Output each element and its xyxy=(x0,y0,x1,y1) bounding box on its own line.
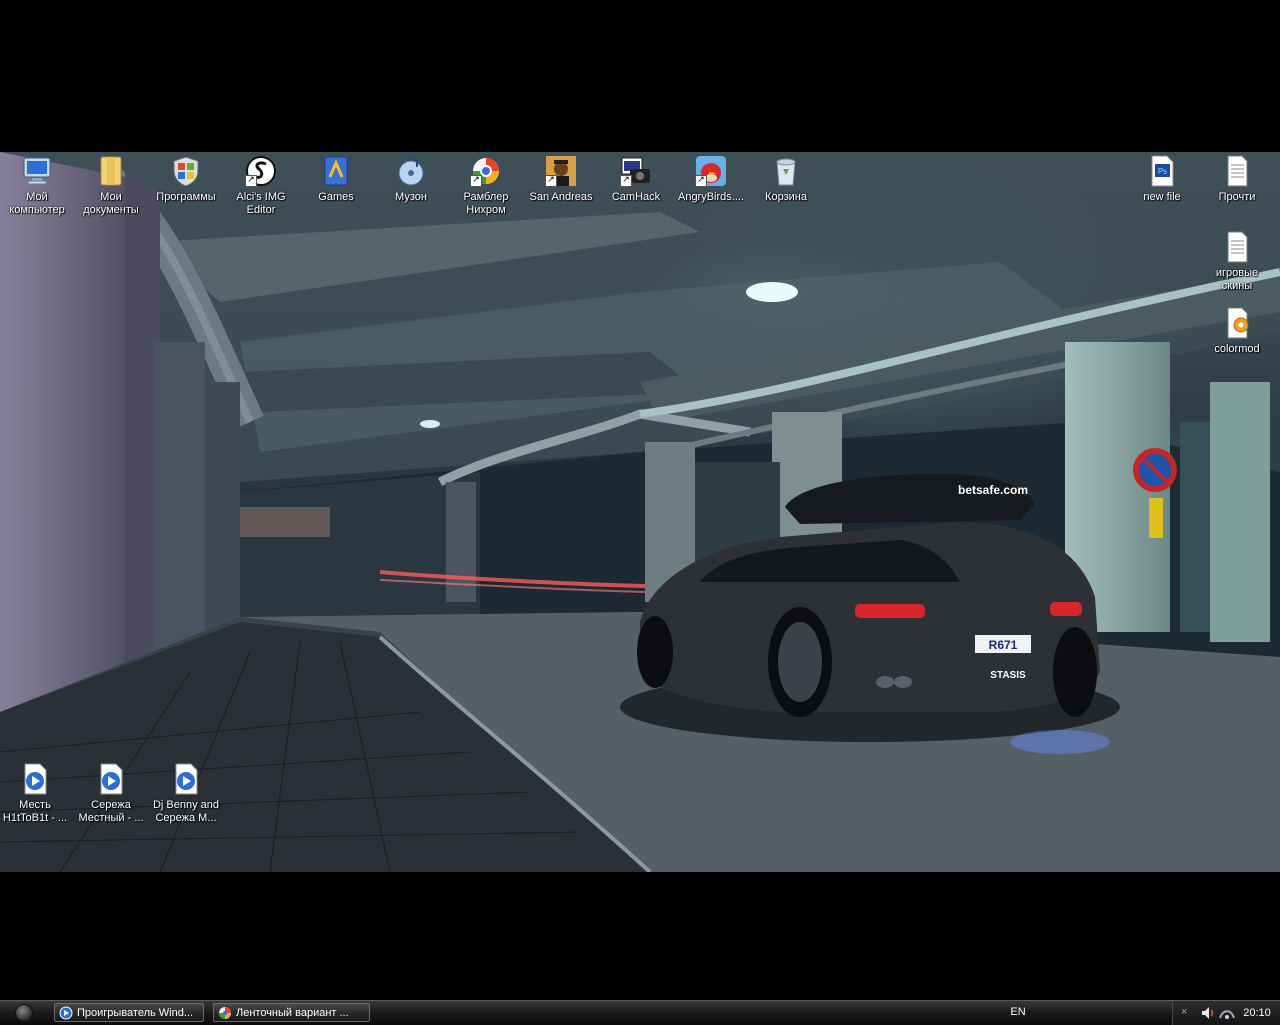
desktop-icon-label: San Andreas xyxy=(529,191,593,203)
settings-file-icon xyxy=(1221,307,1253,339)
desktop-icon-label: Месть H1tToB1t - ... xyxy=(2,799,68,824)
desktop-icon-label: Alci's IMG Editor xyxy=(236,191,286,216)
desktop-icon-san-andreas[interactable]: ↗ San Andreas xyxy=(523,155,599,204)
desktop-icon-label: new file xyxy=(1143,191,1181,203)
desktop-icon-label: CamHack xyxy=(611,191,661,203)
documents-folder-icon xyxy=(95,155,127,187)
desktop-icon-media-file-2[interactable]: Сережа Местный - ... xyxy=(73,763,149,825)
desktop-icon-game-skins[interactable]: игровые скины xyxy=(1199,231,1275,293)
shortcut-arrow-icon: ↗ xyxy=(695,175,707,187)
network-icon[interactable] xyxy=(1219,1006,1235,1020)
start-orb-icon xyxy=(15,1004,33,1022)
taskbar: Проигрыватель Wind... Ленточный вариант … xyxy=(0,1000,1280,1025)
computer-icon xyxy=(21,155,53,187)
windows-shield-icon xyxy=(170,155,202,187)
desktop-icon-label: Рамблер Нихром xyxy=(463,191,509,216)
music-cd-icon xyxy=(395,155,427,187)
shortcut-arrow-icon: ↗ xyxy=(245,175,257,187)
text-document-icon xyxy=(1221,155,1253,187)
tray-collapse-icon[interactable]: × xyxy=(1181,1006,1187,1018)
desktop-icon-readme[interactable]: Прочти xyxy=(1199,155,1275,204)
shortcut-arrow-icon: ↗ xyxy=(545,175,557,187)
desktop-icon-my-computer[interactable]: Мой компьютер xyxy=(0,155,75,217)
clock[interactable]: 20:10 xyxy=(1237,1001,1277,1025)
desktop-icon-colormod[interactable]: colormod xyxy=(1199,307,1275,356)
img-editor-icon: ↗ xyxy=(245,155,277,187)
desktop-icon-music[interactable]: Музон xyxy=(373,155,449,204)
roofbox-logo: betsafe.com xyxy=(958,483,1028,497)
gta-san-andreas-icon: ↗ xyxy=(545,155,577,187)
volume-icon[interactable] xyxy=(1201,1006,1215,1020)
games-icon xyxy=(320,155,352,187)
desktop-icon-label: Прочти xyxy=(1218,191,1256,203)
media-player-file-icon xyxy=(95,763,127,795)
angry-birds-icon: ↗ xyxy=(695,155,727,187)
desktop-icon-my-documents[interactable]: Мои документы xyxy=(73,155,149,217)
shortcut-arrow-icon: ↗ xyxy=(620,175,632,187)
media-player-file-icon xyxy=(170,763,202,795)
desktop-icon-label: Мой компьютер xyxy=(9,191,65,216)
desktop-icon-camhack[interactable]: ↗ CamHack xyxy=(598,155,674,204)
language-indicator[interactable]: EN xyxy=(1008,1004,1028,1021)
desktop-icon-recycle-bin[interactable]: Корзина xyxy=(748,155,824,204)
media-player-file-icon xyxy=(19,763,51,795)
bumper-badge: STASIS xyxy=(990,670,1026,681)
desktop-icon-angry-birds[interactable]: ↗ AngryBirds.... xyxy=(673,155,749,204)
start-button[interactable] xyxy=(2,1003,46,1023)
desktop-icon-label: colormod xyxy=(1214,343,1260,355)
shortcut-arrow-icon: ↗ xyxy=(470,175,482,187)
desktop-icon-games[interactable]: Games xyxy=(298,155,374,204)
desktop-icon-label: AngryBirds.... xyxy=(677,191,745,203)
desktop-icon-label: Программы xyxy=(156,191,216,203)
desktop-icon-programs[interactable]: Программы xyxy=(148,155,224,204)
desktop-icon-new-file[interactable]: Ps new file xyxy=(1124,155,1200,204)
desktop-icon-media-file-1[interactable]: Месть H1tToB1t - ... xyxy=(0,763,73,825)
svg-text:Ps: Ps xyxy=(1158,167,1167,176)
desktop-icon-rambler-nichrome[interactable]: ↗ Рамблер Нихром xyxy=(448,155,524,217)
system-tray: × 20:10 xyxy=(1172,1001,1280,1025)
rambler-browser-icon: ↗ xyxy=(470,155,502,187)
license-plate: R671 xyxy=(989,638,1018,652)
taskbar-button-browser[interactable]: Ленточный вариант ... xyxy=(213,1003,370,1022)
desktop-icon-label: Музон xyxy=(395,191,427,203)
desktop-icon-label: Dj Benny and Сережа М... xyxy=(152,799,220,824)
text-document-icon xyxy=(1221,231,1253,263)
media-player-icon xyxy=(59,1006,73,1020)
recycle-bin-icon xyxy=(770,155,802,187)
desktop-icon-media-file-3[interactable]: Dj Benny and Сережа М... xyxy=(148,763,224,825)
photoshop-file-icon: Ps xyxy=(1146,155,1178,187)
rambler-browser-icon xyxy=(218,1006,232,1020)
desktop-icon-label: Корзина xyxy=(765,191,807,203)
camhack-icon: ↗ xyxy=(620,155,652,187)
desktop-icon-label: игровые скины xyxy=(1215,267,1259,292)
desktop-icon-label: Games xyxy=(318,191,354,203)
taskbar-button-label: Ленточный вариант ... xyxy=(236,1007,349,1019)
desktop-icon-img-editor[interactable]: ↗ Alci's IMG Editor xyxy=(223,155,299,217)
desktop-icon-label: Сережа Местный - ... xyxy=(78,799,144,824)
taskbar-button-media-player[interactable]: Проигрыватель Wind... xyxy=(54,1003,204,1022)
desktop-icon-label: Мои документы xyxy=(83,191,139,216)
taskbar-button-label: Проигрыватель Wind... xyxy=(77,1007,194,1019)
